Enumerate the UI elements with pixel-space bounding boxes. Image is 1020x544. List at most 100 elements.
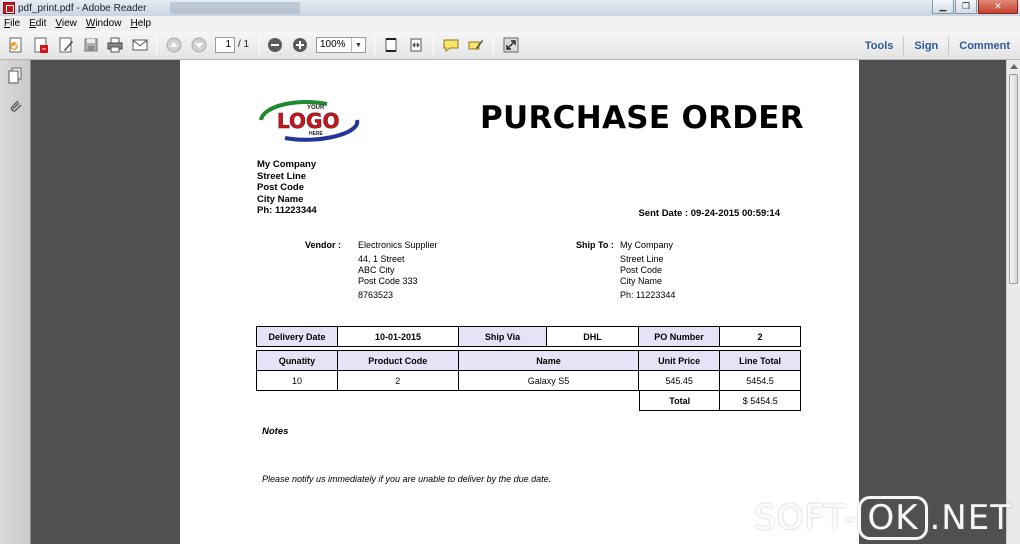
- toolbar-separator: [433, 36, 434, 55]
- restore-button[interactable]: ❐: [955, 0, 977, 14]
- menu-help[interactable]: Help: [130, 18, 151, 29]
- blurred-background-window: [170, 2, 300, 14]
- menu-file[interactable]: File: [4, 18, 20, 29]
- company-phone: Ph: 11223344: [257, 205, 317, 217]
- adobe-reader-icon: [3, 2, 15, 14]
- header-quantity: Qunatity: [256, 350, 338, 371]
- navigation-pane: [0, 60, 31, 544]
- header-unit-price: Unit Price: [638, 350, 721, 371]
- vendor-phone: 8763523: [358, 290, 394, 300]
- create-pdf-icon[interactable]: [7, 36, 25, 54]
- vendor-label: Vendor :: [305, 240, 342, 250]
- zoom-select[interactable]: 100% ▼: [316, 37, 366, 53]
- print-icon[interactable]: [106, 36, 124, 54]
- ship-via-label: Ship Via: [458, 326, 547, 347]
- ship-to-street: Street Line: [620, 254, 664, 264]
- table-row: Total $ 5454.5: [638, 390, 801, 411]
- delivery-date-label: Delivery Date: [256, 326, 338, 347]
- scroll-up-icon[interactable]: [1010, 64, 1018, 69]
- item-quantity: 10: [256, 370, 338, 391]
- fit-width-icon[interactable]: [407, 36, 425, 54]
- item-line-total: 5454.5: [719, 370, 801, 391]
- ship-to-city: City Name: [620, 276, 663, 286]
- menu-bar: File Edit View Window Help: [0, 16, 1020, 31]
- notes-heading: Notes: [262, 426, 289, 437]
- tools-button[interactable]: Tools: [855, 37, 904, 55]
- company-city: City Name: [257, 193, 304, 205]
- total-label: Total: [638, 390, 721, 411]
- notes-text: Please notify us immediately if you are …: [262, 474, 552, 484]
- table-row: 10 2 Galaxy S5 545.45 5454.5: [256, 370, 801, 391]
- close-button[interactable]: ✕: [978, 0, 1018, 14]
- toolbar-separator: [493, 36, 494, 55]
- menu-edit[interactable]: Edit: [29, 18, 46, 29]
- sent-date: Sent Date : 09-24-2015 00:59:14: [638, 208, 780, 219]
- comment-button[interactable]: Comment: [948, 36, 1020, 55]
- watermark: SOFT- OK .NET: [754, 496, 1012, 540]
- email-icon[interactable]: [131, 36, 149, 54]
- menu-window[interactable]: Window: [86, 18, 122, 29]
- company-post-code: Post Code: [257, 182, 304, 194]
- header-line-total: Line Total: [719, 350, 801, 371]
- toolbar-separator: [259, 36, 260, 55]
- sign-button[interactable]: Sign: [903, 36, 948, 55]
- ship-to-label: Ship To :: [576, 240, 614, 250]
- sticky-note-icon[interactable]: [442, 36, 460, 54]
- item-name: Galaxy S5: [457, 370, 640, 391]
- minimize-button[interactable]: ▁: [932, 0, 954, 14]
- vendor-city: ABC City: [358, 265, 395, 275]
- watermark-prefix: SOFT-: [754, 498, 857, 538]
- ship-via-value: DHL: [546, 326, 639, 347]
- company-street: Street Line: [257, 170, 307, 182]
- header-name: Name: [457, 350, 640, 371]
- vendor-name: Electronics Supplier: [358, 240, 438, 250]
- company-address: My Company Street Line Post Code City Na…: [257, 159, 317, 217]
- ship-to-phone: Ph: 11223344: [620, 290, 676, 300]
- toolbar-separator: [374, 36, 375, 55]
- table-row: Delivery Date 10-01-2015 Ship Via DHL PO…: [256, 326, 801, 347]
- attachments-icon[interactable]: [7, 98, 24, 115]
- page-total: / 1: [238, 39, 250, 50]
- title-bar: pdf_print.pdf - Adobe Reader ▁ ❐ ✕: [0, 0, 1020, 16]
- menu-view[interactable]: View: [55, 18, 77, 29]
- zoom-out-icon[interactable]: [266, 36, 284, 54]
- order-info-table: Delivery Date 10-01-2015 Ship Via DHL PO…: [256, 326, 801, 347]
- full-screen-icon[interactable]: [502, 36, 520, 54]
- edit-pdf-icon[interactable]: [57, 36, 75, 54]
- page-thumbnails-icon[interactable]: [7, 67, 24, 84]
- right-panel-links: Tools Sign Comment: [855, 31, 1020, 60]
- logo-main-text: LOGO: [277, 109, 339, 133]
- vendor-street: 44, 1 Street: [358, 254, 405, 264]
- po-number-value: 2: [719, 326, 801, 347]
- document-title: PURCHASE ORDER: [480, 100, 804, 136]
- delivery-date-value: 10-01-2015: [337, 326, 459, 347]
- zoom-value: 100%: [320, 39, 346, 50]
- zoom-in-icon[interactable]: [291, 36, 309, 54]
- vendor-post-code: Post Code 333: [358, 276, 418, 286]
- previous-page-icon[interactable]: [165, 36, 183, 54]
- next-page-icon[interactable]: [190, 36, 208, 54]
- fit-page-icon[interactable]: [382, 36, 400, 54]
- chevron-down-icon[interactable]: ▼: [351, 38, 365, 52]
- company-logo: YOUR LOGO HERE: [257, 98, 365, 143]
- save-icon[interactable]: [82, 36, 100, 54]
- open-pdf-icon[interactable]: [32, 36, 50, 54]
- document-area[interactable]: YOUR LOGO HERE PURCHASE ORDER My Company…: [31, 60, 1006, 544]
- logo-bottom-text: HERE: [309, 131, 324, 137]
- item-product-code: 2: [336, 370, 459, 391]
- po-number-label: PO Number: [638, 326, 720, 347]
- pdf-page: YOUR LOGO HERE PURCHASE ORDER My Company…: [180, 60, 859, 544]
- header-product-code: Product Code: [336, 350, 459, 371]
- vertical-scrollbar[interactable]: [1006, 60, 1020, 544]
- company-name: My Company: [257, 159, 317, 170]
- ship-to-name: My Company: [620, 240, 674, 250]
- vendor-address: Electronics Supplier 44, 1 Street ABC Ci…: [358, 240, 438, 301]
- total-value: $ 5454.5: [719, 390, 801, 411]
- items-table: Qunatity Product Code Name Unit Price Li…: [256, 350, 801, 391]
- table-header-row: Qunatity Product Code Name Unit Price Li…: [256, 350, 801, 371]
- highlight-text-icon[interactable]: [467, 36, 485, 54]
- page-number-input[interactable]: 1: [215, 37, 235, 53]
- total-table: Total $ 5454.5: [638, 390, 801, 411]
- scrollbar-thumb[interactable]: [1009, 74, 1018, 284]
- item-unit-price: 545.45: [638, 370, 721, 391]
